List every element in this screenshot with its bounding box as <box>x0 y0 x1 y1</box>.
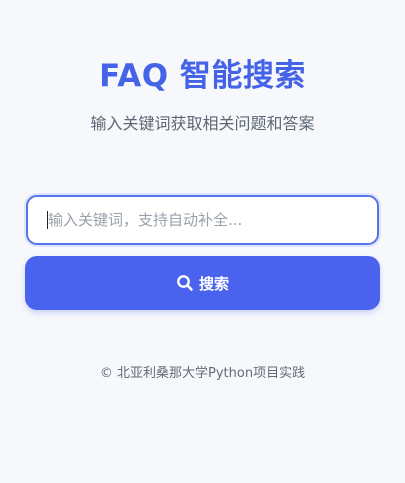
page-title: FAQ 智能搜索 <box>99 58 306 94</box>
text-caret <box>47 211 48 229</box>
page-subtitle: 输入关键词获取相关问题和答案 <box>90 114 315 133</box>
search-button[interactable]: 搜索 <box>25 256 380 310</box>
search-button-label: 搜索 <box>198 274 229 293</box>
footer-text: © 北亚利桑那大学Python项目实践 <box>99 366 306 381</box>
search-input[interactable] <box>26 195 379 245</box>
search-icon <box>176 274 194 292</box>
search-field-wrapper <box>24 193 381 247</box>
